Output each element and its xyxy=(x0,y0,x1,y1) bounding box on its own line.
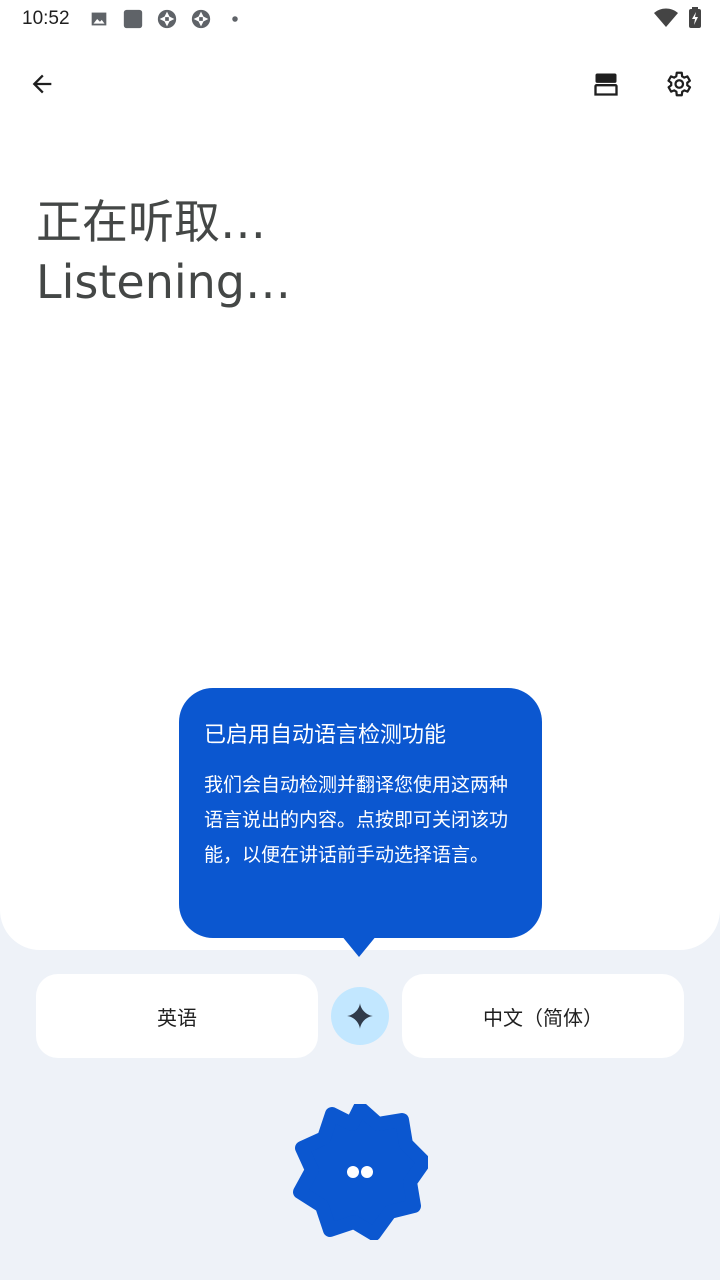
wifi-icon xyxy=(654,8,678,27)
source-language-label: 英语 xyxy=(157,1005,197,1030)
source-language-button[interactable]: 英语 xyxy=(36,974,318,1058)
sparkle-icon xyxy=(347,1003,373,1029)
gear-icon xyxy=(667,71,692,97)
auto-detect-button[interactable] xyxy=(331,987,389,1045)
split-screen-button[interactable] xyxy=(580,58,632,110)
listening-dots-icon xyxy=(347,1166,359,1178)
listening-text-chinese: 正在听取… xyxy=(36,195,266,249)
listening-mic-button[interactable] xyxy=(292,1101,431,1241)
tooltip-body: 我们会自动检测并翻译您使用这两种语言说出的内容。点按即可关闭该功能，以便在讲话前… xyxy=(204,774,509,866)
more-notifications-dot-icon xyxy=(231,16,238,22)
tooltip-pointer xyxy=(341,935,377,957)
split-layout-icon xyxy=(594,73,618,96)
toolbar xyxy=(0,58,720,110)
listening-text-english: Listening… xyxy=(36,255,291,309)
arrow-back-icon xyxy=(32,74,52,94)
status-time: 10:52 xyxy=(22,8,70,29)
battery-charging-icon xyxy=(689,7,701,28)
back-button[interactable] xyxy=(16,58,68,110)
image-notification-icon xyxy=(91,12,106,26)
square-notification-icon xyxy=(123,9,142,29)
status-bar: 10:52 xyxy=(0,0,720,38)
auto-detect-tooltip[interactable]: 已启用自动语言检测功能 我们会自动检测并翻译您使用这两种语言说出的内容。点按即可… xyxy=(179,688,542,938)
target-language-label: 中文（简体） xyxy=(483,1005,603,1030)
scalloped-mic-shape xyxy=(293,1101,431,1241)
listening-status: 正在听取… Listening… xyxy=(36,192,291,312)
aperture-icon xyxy=(191,9,210,29)
aperture-icon xyxy=(157,9,176,29)
target-language-button[interactable]: 中文（简体） xyxy=(402,974,684,1058)
settings-button[interactable] xyxy=(652,58,704,110)
tooltip-title: 已启用自动语言检测功能 xyxy=(204,723,447,748)
